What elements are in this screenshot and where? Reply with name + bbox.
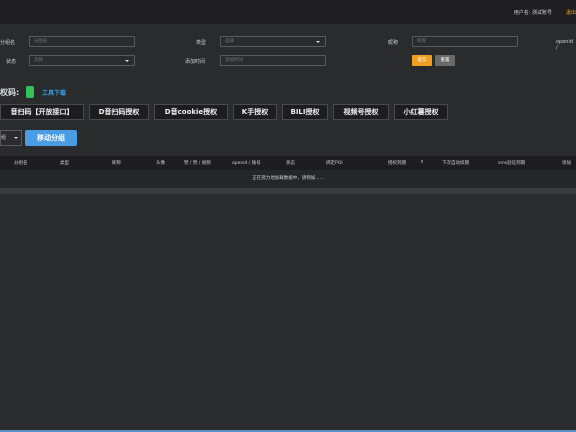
- col-sms-expire[interactable]: sms验证到期: [498, 160, 525, 166]
- status-indicator: [26, 86, 34, 98]
- move-group-button[interactable]: 移动分组: [25, 130, 77, 146]
- bili-auth-button[interactable]: BILI授权: [282, 104, 328, 120]
- horizontal-scrollbar[interactable]: [0, 188, 576, 194]
- col-auth-expire[interactable]: 授权到期: [388, 160, 406, 166]
- logout-link[interactable]: 退出: [566, 9, 576, 16]
- openid-label: openid /: [556, 39, 574, 51]
- nickname-label: 昵称: [388, 40, 399, 46]
- status-select[interactable]: 选择: [29, 55, 135, 66]
- group-select[interactable]: 组: [0, 130, 22, 146]
- douyin-open-api-button[interactable]: 音扫码【开放接口】: [0, 104, 84, 120]
- col-likes-videos[interactable]: 赞 / 赞 / 视频: [184, 160, 211, 166]
- loading-text: 正在努力地加载数据中，请稍候......: [252, 176, 324, 181]
- group-name-label: 分组名: [0, 40, 16, 46]
- table-body: 正在努力地加载数据中，请稍候......: [0, 170, 576, 188]
- video-account-auth-button[interactable]: 视频号授权: [333, 104, 389, 120]
- col-status[interactable]: 状态: [286, 160, 295, 166]
- col-added[interactable]: 添加: [562, 160, 571, 166]
- sort-icon[interactable]: ⇕: [420, 160, 424, 165]
- nickname-input[interactable]: 昵称: [412, 36, 518, 47]
- type-select[interactable]: 选择: [220, 36, 326, 47]
- user-name: 用户名: 测试账号: [513, 10, 552, 16]
- col-type[interactable]: 类型: [60, 160, 69, 166]
- douyin-qrcode-button[interactable]: D音扫码授权: [89, 104, 149, 120]
- status-label: 状态: [6, 59, 17, 65]
- col-group-name[interactable]: 分组名: [14, 160, 28, 166]
- col-bind-poi[interactable]: 绑定POI: [326, 160, 343, 166]
- col-next-renew[interactable]: 下次自动续期: [442, 160, 469, 166]
- group-name-input[interactable]: 分组名: [29, 36, 135, 47]
- auth-code-label: 权码:: [0, 88, 20, 97]
- type-label: 类型: [196, 40, 207, 46]
- added-time-input[interactable]: 添加时间: [220, 55, 326, 66]
- col-avatar[interactable]: 头像: [156, 160, 165, 166]
- tool-download-link[interactable]: 工具下载: [42, 88, 66, 97]
- douyin-cookie-button[interactable]: D音cookie授权: [154, 104, 228, 120]
- submit-button[interactable]: 提交: [412, 55, 432, 66]
- top-bar: 用户名: 测试账号 退出: [0, 0, 576, 24]
- table-header: 分组名 类型 昵称 头像 赞 / 赞 / 视频 openid / 账号 状态 绑…: [0, 156, 576, 170]
- xiaohongshu-auth-button[interactable]: 小红薯授权: [394, 104, 448, 120]
- col-nickname[interactable]: 昵称: [112, 160, 121, 166]
- col-openid[interactable]: openid / 账号: [232, 160, 261, 166]
- kuaishou-auth-button[interactable]: K手授权: [233, 104, 277, 120]
- reset-button[interactable]: 重置: [435, 55, 455, 66]
- added-time-label: 添加时间: [185, 59, 206, 65]
